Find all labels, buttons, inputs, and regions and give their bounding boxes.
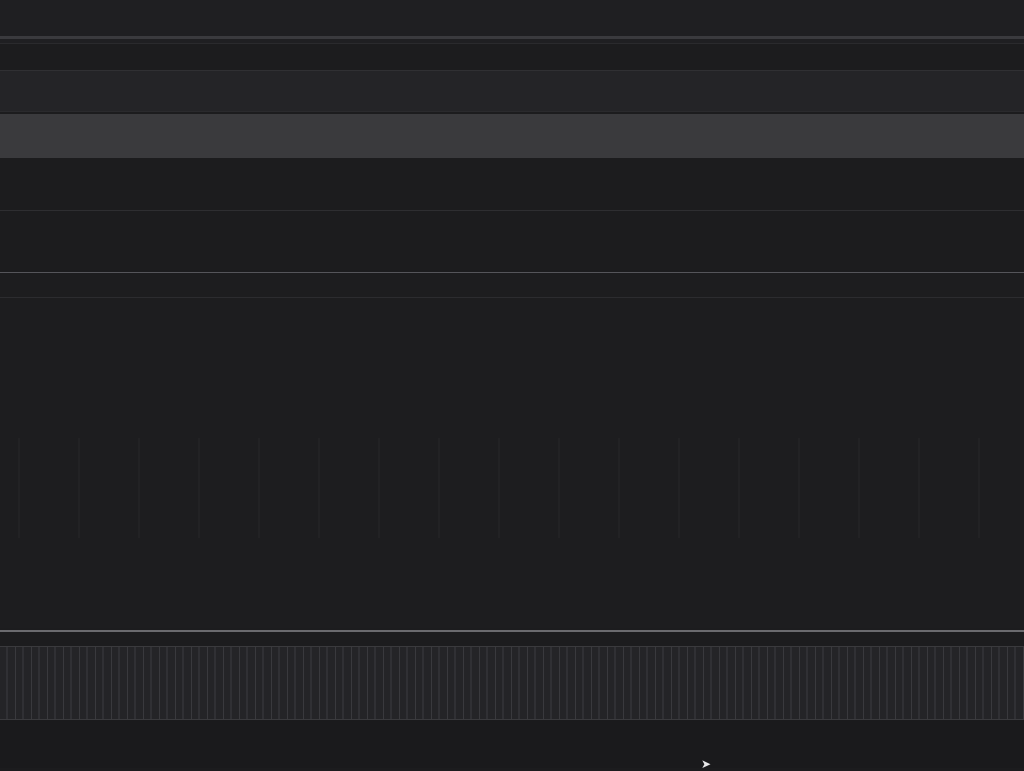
dots-row: [0, 172, 1024, 198]
mouse-cursor-icon: ➤: [701, 757, 712, 771]
top-divider-secondary: [0, 43, 1024, 44]
bottom-strip-label: [128, 720, 256, 730]
top-divider: [0, 36, 1024, 39]
bottom-strip-label: [384, 720, 512, 730]
list-row[interactable]: [0, 410, 1024, 438]
list-row[interactable]: [0, 382, 1024, 410]
bottom-strip-label: [640, 720, 768, 730]
header-band: [0, 70, 1024, 112]
list-row[interactable]: [0, 298, 1024, 326]
waveform-strip[interactable]: [0, 646, 1024, 720]
section-divider: [0, 210, 1024, 211]
list-header-row: [0, 273, 1024, 298]
panel-divider[interactable]: [0, 630, 1024, 632]
bottom-strip-label: [256, 720, 384, 730]
list-panel: [0, 272, 1024, 628]
info-band: [0, 114, 1024, 158]
bottom-strip-label: [512, 720, 640, 730]
bottom-strip-label: [768, 720, 896, 730]
bottom-strip: [0, 720, 1024, 768]
empty-list-area: [0, 438, 1024, 538]
list-row[interactable]: [0, 326, 1024, 354]
list-row[interactable]: [0, 354, 1024, 382]
bottom-strip-label: [896, 720, 1024, 730]
secondary-row: [0, 215, 1024, 239]
bottom-strip-label: [0, 720, 128, 730]
